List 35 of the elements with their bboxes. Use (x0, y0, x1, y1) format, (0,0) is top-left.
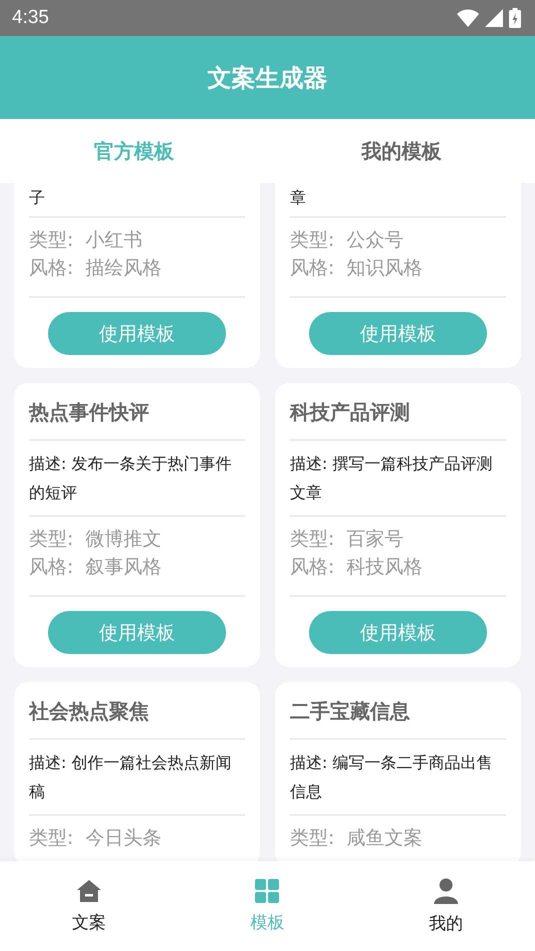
card-type: 类型: 微博推文 (29, 527, 162, 552)
card-description: 描述: 编写一条二手商品出售信息 (290, 752, 494, 803)
nav-item[interactable]: 模板 (178, 861, 357, 951)
card-title: 科技产品评测 (290, 398, 411, 426)
use-template-button[interactable]: 使用模板 (48, 312, 226, 355)
use-template-button[interactable]: 使用模板 (309, 611, 487, 654)
card-description: 描述: 撰写一篇科技产品评测文章 (290, 453, 494, 504)
card-description: 描述: 创作一篇社会热点新闻稿 (29, 752, 232, 803)
card-title: 热点事件快评 (29, 398, 150, 426)
card-title: 社会热点聚焦 (29, 698, 150, 724)
wifi-icon (457, 9, 479, 27)
card-description: 子 (29, 187, 46, 209)
card-type: 类型: 百家号 (290, 527, 404, 552)
card-style: 风格: 知识风格 (290, 256, 424, 281)
use-template-button[interactable]: 使用模板 (48, 611, 226, 654)
card-title: 二手宝藏信息 (290, 698, 411, 724)
battery-icon (509, 8, 521, 28)
card-style: 风格: 科技风格 (290, 555, 424, 580)
nav-item[interactable]: 我的 (356, 861, 535, 951)
card-style: 风格: 描绘风格 (29, 256, 162, 281)
home-icon (76, 878, 102, 902)
card-type: 类型: 今日头条 (29, 826, 162, 851)
use-template-button[interactable]: 使用模板 (309, 312, 487, 355)
card-description: 章 (290, 187, 307, 209)
card-type: 类型: 小红书 (29, 228, 144, 253)
card-style: 风格: 叙事风格 (29, 555, 162, 580)
person-icon (434, 878, 458, 904)
status-time: 4:35 (12, 7, 49, 29)
app-title: 文案生成器 (208, 62, 328, 94)
card-type: 类型: 公众号 (290, 228, 404, 253)
card-type: 类型: 咸鱼文案 (290, 826, 424, 851)
grid-icon (255, 878, 280, 902)
signal-icon (485, 9, 503, 27)
card-description: 描述: 发布一条关于热门事件的短评 (29, 453, 232, 504)
nav-item[interactable]: 文案 (0, 861, 178, 951)
